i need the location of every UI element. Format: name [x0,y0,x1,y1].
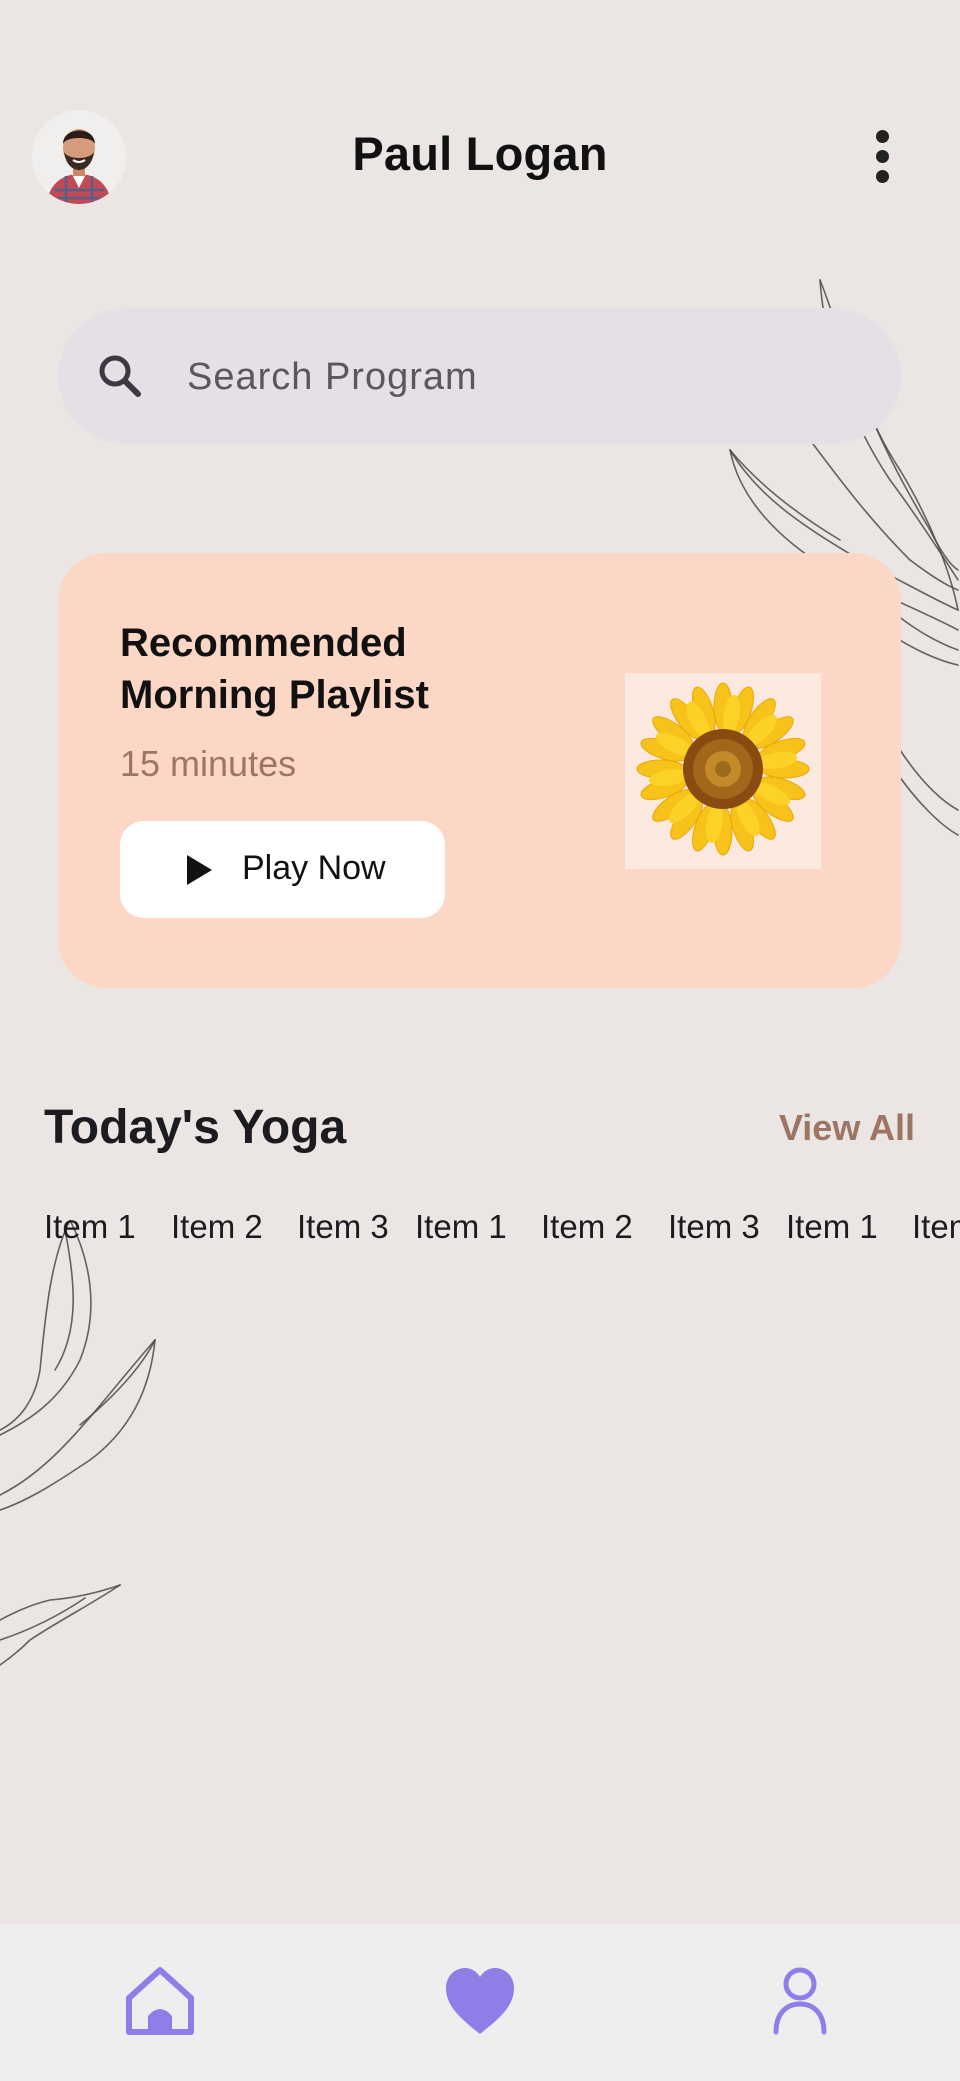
search-icon [99,355,141,397]
sunflower-image [625,673,821,869]
list-item[interactable]: Item 1 [786,1208,878,1246]
list-item[interactable]: Item 2 [541,1208,633,1246]
app-header: Paul Logan [0,100,960,212]
list-item[interactable]: Item 1 [44,1208,136,1246]
yoga-items-list[interactable]: Item 1 Item 2 Item 3 Item 1 Item 2 Item … [0,1200,960,1260]
list-item[interactable]: Item 2 [171,1208,263,1246]
bottom-navigation [0,1924,960,2081]
list-item[interactable]: Item 1 [415,1208,507,1246]
list-item[interactable]: Item 3 [668,1208,760,1246]
more-options-button[interactable] [862,128,902,184]
nav-favorites-button[interactable] [440,1962,520,2042]
nav-home-button[interactable] [120,1962,200,2042]
heart-icon [446,1968,514,2034]
duration-label: 15 minutes [120,743,297,784]
recommended-playlist-card[interactable]: Recommended Morning Playlist 15 minutes … [58,553,901,988]
list-item[interactable]: Item 3 [297,1208,389,1246]
section-title: Today's Yoga [44,1101,347,1154]
leaf-decoration-left [0,1220,156,1666]
more-vertical-icon [876,130,889,143]
person-icon [773,1967,827,2035]
view-all-link[interactable]: View All [779,1107,915,1149]
nav-profile-button[interactable] [760,1962,840,2042]
play-now-button[interactable]: Play Now [120,821,445,918]
play-icon [187,855,212,885]
list-item[interactable]: Item 2 [912,1208,960,1246]
play-now-label: Play Now [242,849,386,887]
card-title: Recommended Morning Playlist [120,621,429,717]
home-icon [126,1967,194,2035]
page-title: Paul Logan [352,127,608,180]
search-input[interactable] [185,344,869,410]
search-bar[interactable] [58,308,901,444]
